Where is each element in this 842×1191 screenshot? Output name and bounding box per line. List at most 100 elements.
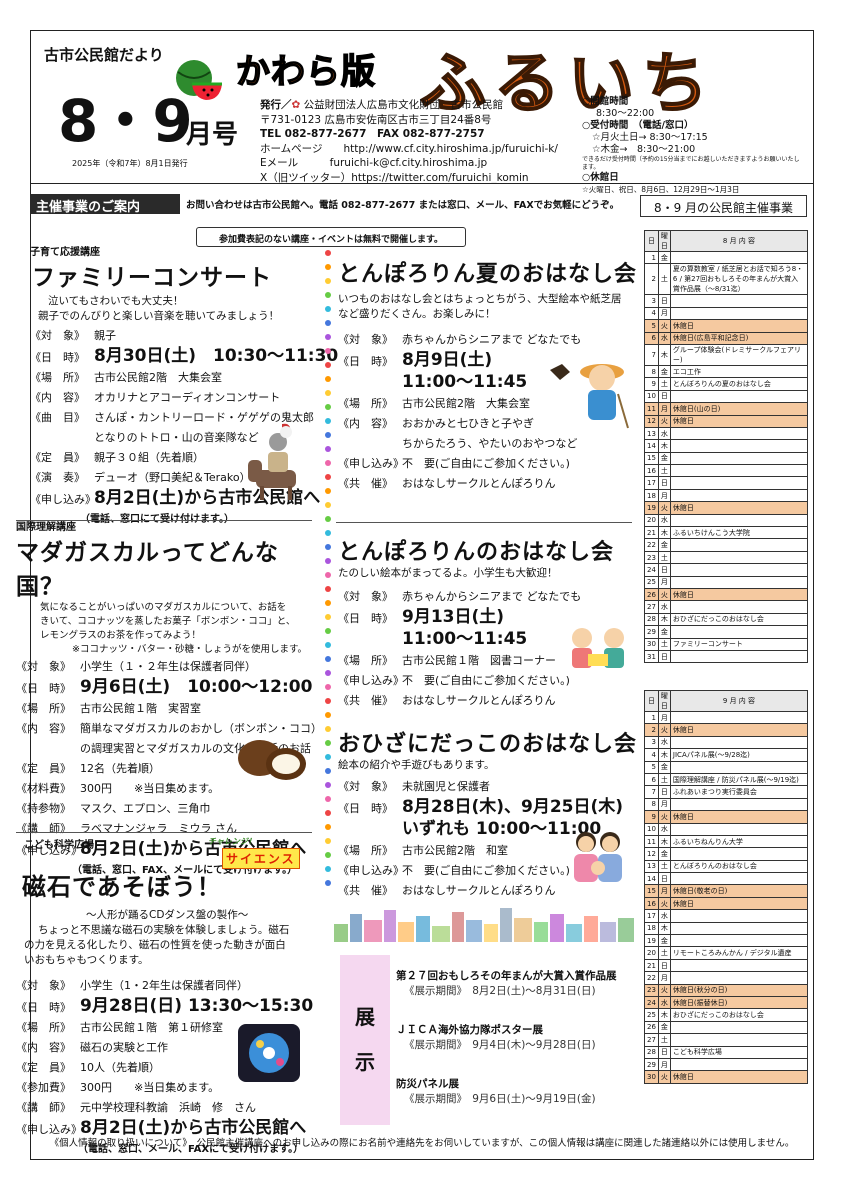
calendar-row: 11 月休館日(山の日) — [644, 402, 809, 416]
calendar-row: 2 土夏の算数教室 / 紙芝居とお話で知ろう8・6 / 第27回おもしろその年まん… — [644, 263, 809, 296]
cal-weekday: 月 — [657, 971, 671, 985]
cal-day: 2 — [644, 723, 659, 737]
calendar-row: 19 火休館日 — [644, 501, 809, 515]
cal-weekday: 土 — [657, 550, 671, 565]
cal-day: 1 — [644, 250, 659, 265]
cal-weekday: 金 — [657, 847, 671, 861]
calendar-row: 1金 — [644, 250, 809, 265]
calendar-row: 20 土リモートころみんかん / デジタル遺産 — [644, 946, 809, 960]
bremen-animals-icon — [246, 420, 316, 506]
calendar-row: 5金 — [644, 760, 809, 774]
cal-day: 21 — [644, 526, 659, 540]
cal-content — [669, 872, 809, 886]
cal-content — [669, 306, 809, 321]
cal-content: リモートころみんかん / デジタル遺産 — [669, 946, 809, 960]
cal-content — [669, 735, 809, 750]
cal-content — [669, 575, 809, 590]
detail-key: 《共 催》 — [338, 884, 393, 897]
calendar-row: 10 日 — [644, 389, 809, 404]
cal-day: 22 — [644, 538, 659, 552]
cal-head-weekday: 曜日 — [657, 230, 671, 252]
cal-day: 25 — [644, 575, 659, 590]
category: 国際理解講座 — [16, 522, 76, 533]
detail-value: 古市公民館2階 和室 — [402, 844, 508, 857]
homepage[interactable]: ホームページ http://www.cf.city.hiroshima.jp/f… — [260, 142, 590, 157]
calendar-row: 17 水 — [644, 909, 809, 923]
cal-day: 31 — [644, 649, 659, 664]
exhibit-title: ＪＩＣＡ海外協力隊ポスター展 — [396, 1024, 543, 1036]
detail-key: 《対 象》 — [30, 329, 85, 342]
cal-content — [669, 476, 809, 490]
cal-content — [669, 958, 809, 973]
cal-content: 休館日 — [669, 1070, 809, 1084]
calendar-row: 15 金 — [644, 451, 809, 466]
coconut-icon — [236, 734, 308, 788]
detail-value: 小学生（１・２年生は保護者同伴） — [80, 660, 256, 673]
cal-day: 8 — [644, 797, 659, 812]
detail-value: 不 要(ご自由にご参加ください。) — [402, 864, 570, 877]
detail-key: 《対 象》 — [16, 979, 71, 992]
exhibit-period: 《展示期間》 9月6日(土)～9月19日(金) — [404, 1093, 596, 1105]
cal-content — [669, 513, 809, 528]
detail-value: 9月13日(土) — [402, 607, 505, 627]
detail-value: 古市公民館１階 第１研修室 — [80, 1021, 223, 1034]
exhibit-label: 展 示 — [340, 955, 390, 1125]
cal-content — [669, 971, 809, 985]
calendar-row: 4 木 JICAパネル展(～9/28迄) — [644, 748, 809, 762]
cal-content — [669, 921, 809, 936]
cal-weekday: 水 — [657, 513, 671, 528]
calendar-row: 30 土ファミリーコンサート — [644, 637, 809, 651]
calendar-row: 27 土 — [644, 1033, 809, 1047]
cal-weekday: 月 — [657, 402, 671, 416]
publisher-info: 発行／✿ 公益財団法人広島市文化財団 古市公民館 〒731-0123 広島市安佐… — [260, 98, 590, 185]
detail-key: 《申し込み》 — [338, 674, 404, 687]
cal-weekday: 月 — [657, 306, 671, 321]
cal-weekday: 日 — [657, 294, 671, 308]
cal-weekday: 水 — [657, 426, 671, 441]
detail-row: 《共 催》 おはなしサークルとんぽろりん — [338, 691, 638, 711]
cal-day: 18 — [644, 488, 659, 503]
detail-value: 赤ちゃんからシニアまで どなたでも — [402, 590, 582, 603]
cal-content — [669, 625, 809, 639]
exhibit-period: 《展示期間》 9月4日(木)～9月28日(日) — [404, 1039, 596, 1051]
cal-day: 1 — [644, 710, 659, 725]
detail-value: おはなしサークルとんぽろりん — [402, 477, 556, 490]
detail-key: 《持参物》 — [16, 802, 71, 815]
cal-content — [669, 439, 809, 453]
cal-day: 20 — [644, 513, 659, 528]
cal-day: 4 — [644, 748, 659, 762]
issue-month: 8・9 — [58, 87, 193, 155]
calendar-row: 19 金 — [644, 934, 809, 948]
detail-value: 9月28日(日) 13:30～15:30 — [80, 996, 314, 1016]
column-divider — [325, 250, 331, 900]
email[interactable]: Eメール furuichi-k@cf.city.hiroshima.jp — [260, 156, 590, 171]
cal-content: ファミリーコンサート — [669, 637, 809, 651]
cal-content — [669, 847, 809, 861]
detail-key: 《日 時》 — [338, 612, 393, 625]
cal-weekday: 金 — [657, 250, 671, 265]
detail-row: 《日 時》 8月28日(木)、9月25日(木) — [338, 797, 638, 819]
desc-4: ※ココナッツ・バター・砂糖・しょうがを使用します。 — [72, 644, 308, 655]
cal-content: 休館日(敬老の日) — [669, 884, 809, 898]
detail-key: 《申し込み》 — [30, 493, 96, 506]
mother-child-icon — [568, 828, 628, 890]
cal-weekday: 日 — [657, 785, 671, 799]
cal-weekday: 月 — [657, 797, 671, 812]
cal-day: 3 — [644, 735, 659, 750]
detail-key: 《申し込み》 — [338, 864, 404, 877]
calendar-row: 24 水休館日(振替休日) — [644, 995, 809, 1010]
bug-catching-boy-icon — [546, 350, 630, 434]
detail-key: 《場 所》 — [338, 654, 393, 667]
calendar-row: 14 日 — [644, 872, 809, 886]
exhibit-label-2: 示 — [355, 1050, 375, 1074]
cal-weekday: 金 — [657, 538, 671, 552]
detail-value: 古市公民館１階 図書コーナー — [402, 654, 556, 667]
calendar-row: 3水 — [644, 735, 809, 750]
cal-weekday: 木 — [657, 1008, 671, 1022]
section-divider — [16, 832, 312, 833]
detail-row: 《対 象》 未就園児と保護者 — [338, 777, 638, 797]
detail-value: 親子３０組（先着順） — [94, 451, 204, 464]
detail-key: 《場 所》 — [338, 397, 393, 410]
cal-content: 休館日 — [669, 723, 809, 737]
detail-value: ラベマナンジャラ ミウラ さん — [80, 822, 237, 835]
